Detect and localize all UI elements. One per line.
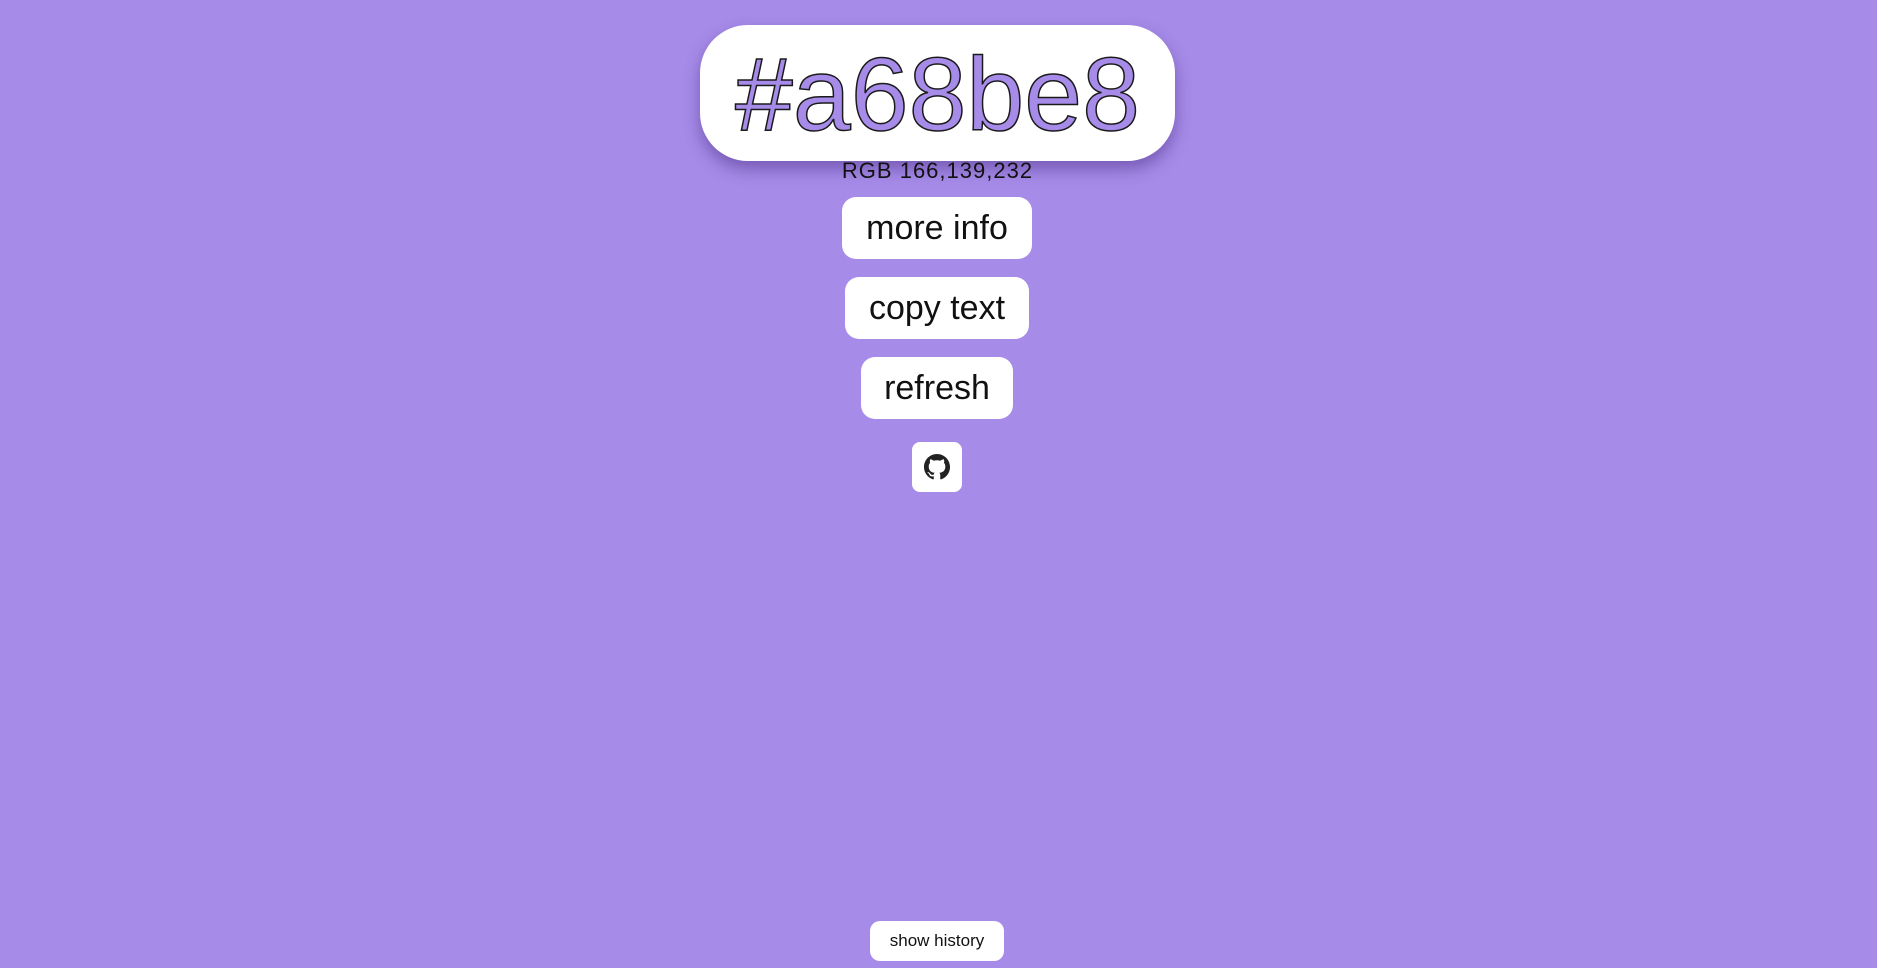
- more-info-button[interactable]: more info: [842, 197, 1032, 259]
- hex-code: #a68be8: [734, 37, 1140, 153]
- show-history-button[interactable]: show history: [870, 921, 1004, 961]
- color-card: #a68be8 RGB 166,139,232: [700, 25, 1175, 183]
- rgb-code: RGB 166,139,232: [841, 158, 1034, 183]
- github-link-button[interactable]: [912, 442, 962, 492]
- github-icon: [924, 454, 950, 480]
- page: #a68be8 RGB 166,139,232 more info copy t…: [0, 0, 1877, 968]
- copy-text-button[interactable]: copy text: [845, 277, 1029, 339]
- refresh-button[interactable]: refresh: [861, 357, 1013, 419]
